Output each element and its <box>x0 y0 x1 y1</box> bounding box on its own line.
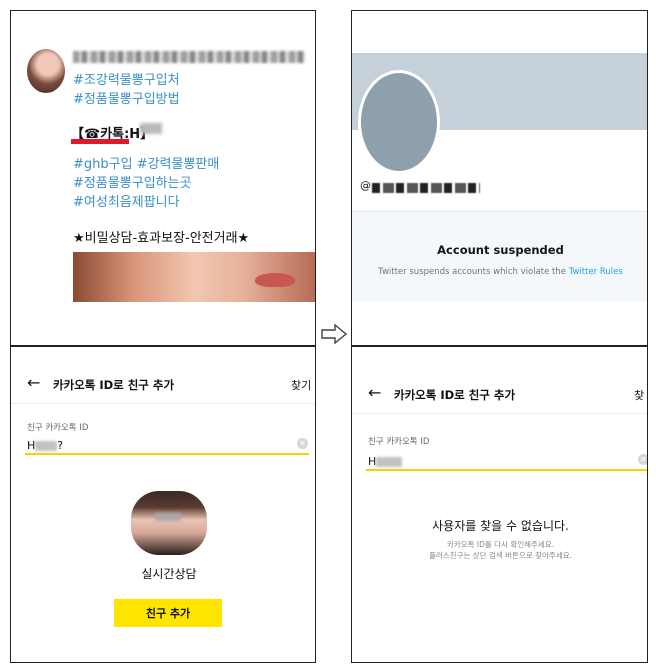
suspended-text: Twitter suspends accounts which violate … <box>352 267 647 277</box>
id-field-value-prefix: H <box>27 439 36 452</box>
id-field-value-suffix: ? <box>57 439 64 452</box>
find-button[interactable]: 찾 <box>634 387 644 403</box>
tagline: ★비밀상담-효과보장-안전거래★ <box>73 231 250 246</box>
page-title: 카카오톡 ID로 친구 추가 <box>53 378 175 392</box>
suspended-text-body: Twitter suspends accounts which violate … <box>378 267 566 277</box>
blurred-username <box>73 51 305 63</box>
tweet-image-detail <box>255 273 295 287</box>
not-found-title: 사용자를 찾을 수 없습니다. <box>432 519 569 533</box>
find-button[interactable]: 찾기 <box>291 377 311 393</box>
id-field-label: 친구 카카오톡 ID <box>368 437 430 447</box>
blurred-id <box>35 441 58 451</box>
friend-profile-name: 실시간상담 <box>141 567 197 581</box>
kakao-not-found-panel: ← 카카오톡 ID로 친구 추가 찾 친구 카카오톡 ID H ✕ 사용자를 찾… <box>351 346 648 663</box>
hashtag-line[interactable]: #여성최음제팝니다 <box>73 191 180 210</box>
friend-profile-photo[interactable] <box>131 491 207 555</box>
blurred-eyes <box>155 513 181 521</box>
right-arrow-icon <box>321 323 348 345</box>
tweet-panel: #조강력물뽕구입처 #정품물뽕구입방법 【☎카톡:H】 #ghb구입 #강력물뽕… <box>10 10 316 346</box>
handle-at: @ <box>360 179 371 192</box>
input-underline <box>366 469 647 471</box>
hashtag-line[interactable]: #정품물뽕구입하는곳 <box>73 172 192 191</box>
hashtag-line[interactable]: #ghb구입 #강력물뽕판매 <box>73 153 219 172</box>
back-arrow-icon[interactable]: ← <box>27 375 40 391</box>
profile-avatar <box>358 70 440 174</box>
suspended-profile-panel: @ Account suspended Twitter suspends acc… <box>351 10 648 346</box>
twitter-rules-link[interactable]: Twitter Rules <box>569 267 623 277</box>
hashtag-line[interactable]: #조강력물뽕구입처 <box>73 69 180 88</box>
add-friend-button[interactable]: 친구 추가 <box>114 599 222 627</box>
kakao-add-friend-panel: ← 카카오톡 ID로 친구 추가 찾기 친구 카카오톡 ID H? ✕ 실시간상… <box>10 346 316 663</box>
blurred-id <box>140 123 163 134</box>
not-found-hint: 카카오톡 ID를 다시 확인해주세요. <box>446 540 555 549</box>
clear-icon[interactable]: ✕ <box>638 454 647 465</box>
page-title: 카카오톡 ID로 친구 추가 <box>394 388 516 402</box>
back-arrow-icon[interactable]: ← <box>368 385 381 401</box>
blurred-handle <box>372 183 480 193</box>
id-field-input[interactable]: H? <box>27 439 63 452</box>
blurred-id <box>376 457 403 467</box>
tweet-avatar[interactable] <box>27 49 65 93</box>
input-underline <box>25 453 309 455</box>
red-underline <box>71 139 129 144</box>
id-field-input[interactable]: H <box>368 455 403 468</box>
not-found-hint: 플러스친구는 상단 검색 버튼으로 찾아주세요. <box>428 551 573 560</box>
hashtag-line[interactable]: #정품물뽕구입방법 <box>73 88 180 107</box>
clear-icon[interactable]: ✕ <box>297 438 308 449</box>
suspended-title: Account suspended <box>437 243 564 257</box>
id-field-value-prefix: H <box>368 455 377 468</box>
id-field-label: 친구 카카오톡 ID <box>27 423 89 433</box>
